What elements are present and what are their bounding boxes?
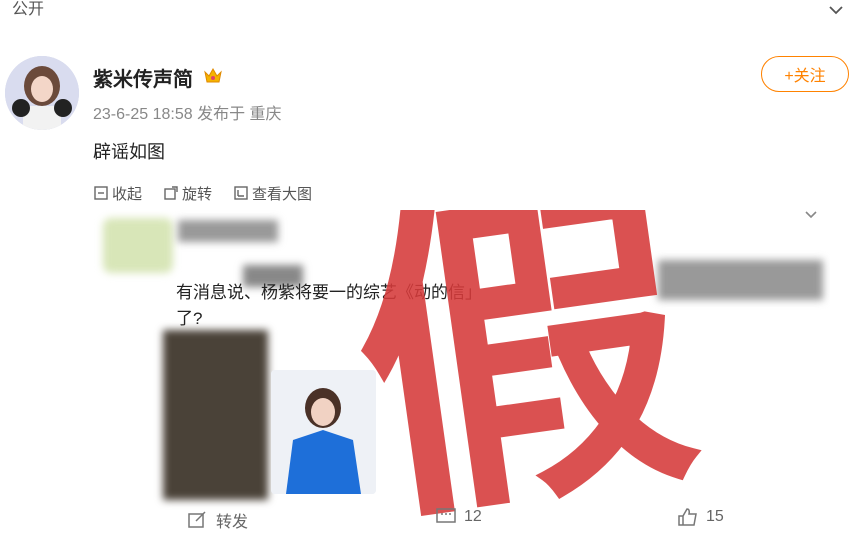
comment-count: 12 <box>464 508 482 525</box>
comment-action[interactable]: 12 <box>436 508 482 526</box>
quote-text: 有消息说、杨紫将要一的综艺《动的信」 了? <box>176 283 482 328</box>
repost-label: 转发 <box>216 514 249 531</box>
image-toolbar: 收起 旋转 查看大图 <box>94 182 312 204</box>
author-name[interactable]: 紫米传声简 <box>93 63 193 92</box>
photo-thumbnail <box>271 370 376 494</box>
post-text: 辟谣如图 <box>93 142 165 162</box>
like-action[interactable]: 15 <box>678 508 724 526</box>
collapse-button[interactable]: 收起 <box>94 182 142 204</box>
blurred-photo <box>163 330 268 500</box>
like-count: 15 <box>706 508 724 525</box>
view-large-button[interactable]: 查看大图 <box>234 182 312 204</box>
follow-button[interactable]: +关注 <box>761 56 849 92</box>
chevron-down-icon[interactable] <box>804 210 818 220</box>
avatar[interactable] <box>5 56 79 130</box>
collapse-icon <box>94 186 108 200</box>
repost-icon <box>188 511 206 528</box>
blurred-username <box>178 220 278 242</box>
view-large-label: 查看大图 <box>252 185 313 203</box>
thumbs-up-icon <box>678 508 697 526</box>
rotate-button[interactable]: 旋转 <box>164 182 212 204</box>
view-large-icon <box>234 186 248 200</box>
rotate-label: 旋转 <box>182 185 213 203</box>
crown-icon <box>204 67 222 83</box>
comment-icon <box>436 508 456 523</box>
post-image[interactable]: 有消息说、杨紫将要一的综艺《动的信」 了? 假 转发 12 15 <box>93 210 830 533</box>
rotate-icon <box>164 186 178 200</box>
screenshot-card: 有消息说、杨紫将要一的综艺《动的信」 了? 假 转发 12 15 <box>93 210 830 533</box>
chevron-down-icon[interactable] <box>828 2 844 18</box>
post-meta: 23-6-25 18:58 发布于 重庆 <box>93 106 282 123</box>
blurred-avatar <box>103 218 173 273</box>
collapse-label: 收起 <box>112 185 143 203</box>
fake-stamp: 假 <box>332 210 714 533</box>
visibility-label: 公开 <box>12 1 45 18</box>
repost-action[interactable]: 转发 <box>188 508 248 532</box>
